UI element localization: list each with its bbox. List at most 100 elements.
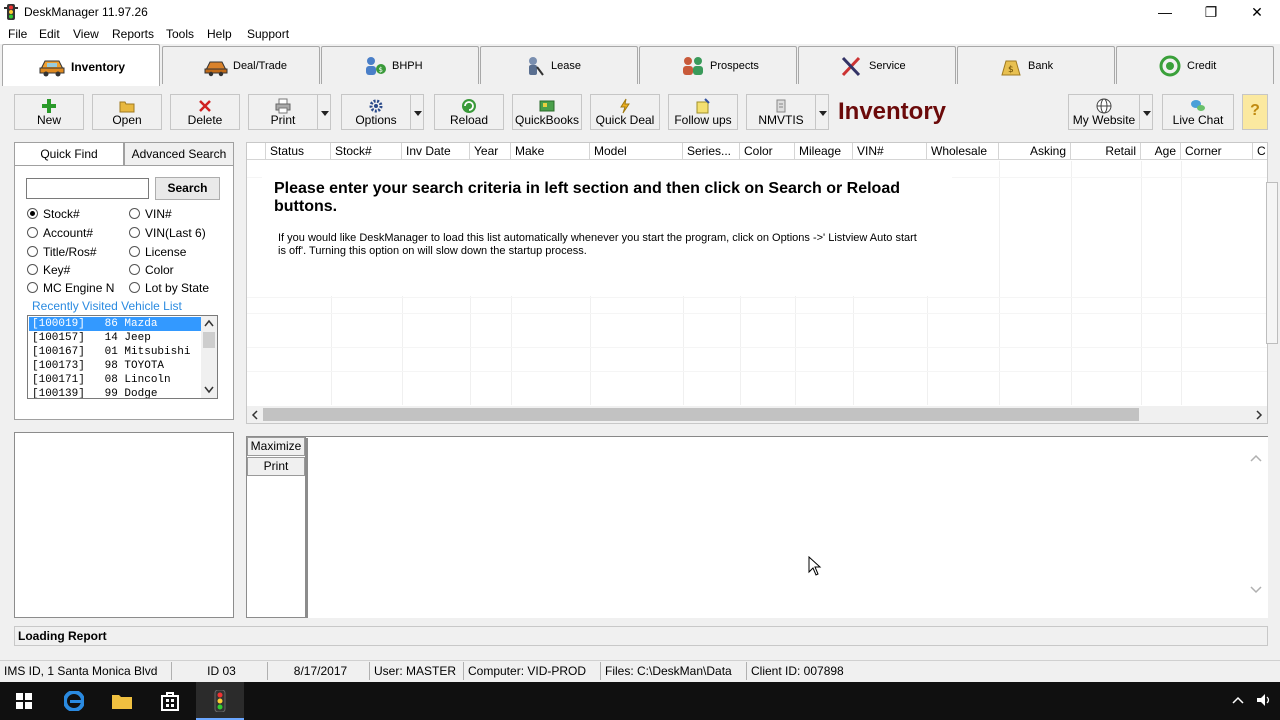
chevron-right-icon[interactable] [1255, 410, 1263, 420]
column-header-mileage[interactable]: Mileage [795, 143, 853, 160]
follow-ups-button[interactable]: Follow ups [668, 94, 738, 130]
tab-bhph[interactable]: $ BHPH [321, 46, 479, 84]
status-location: IMS ID, 1 Santa Monica Blvd [0, 662, 172, 680]
maximize-button[interactable]: Maximize [247, 437, 305, 456]
column-header-year[interactable]: Year [470, 143, 511, 160]
open-button[interactable]: Open [92, 94, 162, 130]
column-header-select[interactable] [247, 143, 266, 160]
chat-bubble-icon [1191, 100, 1205, 111]
column-header-asking[interactable]: Asking [999, 143, 1071, 160]
menu-view[interactable]: View [73, 27, 99, 41]
recent-list-scrollbar[interactable] [201, 316, 217, 398]
my-website-dropdown-arrow[interactable] [1139, 94, 1153, 130]
restore-button[interactable]: ❐ [1188, 0, 1234, 24]
edge-icon[interactable] [50, 682, 98, 720]
list-item[interactable]: [100171] 08 Lincoln [29, 373, 201, 387]
menu-tools[interactable]: Tools [166, 27, 194, 41]
chevron-up-icon[interactable] [204, 319, 214, 327]
delete-button[interactable]: Delete [170, 94, 240, 130]
live-chat-button[interactable]: Live Chat [1162, 94, 1234, 130]
print-button[interactable]: Print [248, 94, 318, 130]
minimize-button[interactable]: — [1142, 0, 1188, 24]
grid-scroll-thumb[interactable] [263, 408, 1139, 421]
menu-file[interactable]: File [8, 27, 27, 41]
tab-label: Service [869, 60, 906, 72]
tab-advanced-search[interactable]: Advanced Search [124, 142, 234, 166]
list-item[interactable]: [100019] 86 Mazda [29, 317, 201, 331]
scroll-thumb[interactable] [203, 332, 215, 348]
speaker-icon[interactable] [1256, 692, 1272, 708]
plus-icon [42, 99, 56, 113]
quickbooks-icon [539, 100, 555, 112]
list-item[interactable]: [100167] 01 Mitsubishi [29, 345, 201, 359]
search-input[interactable] [26, 178, 149, 199]
tab-label: Deal/Trade [233, 60, 288, 72]
chevron-left-icon[interactable] [251, 410, 259, 420]
column-header-color[interactable]: Color [740, 143, 795, 160]
column-header-retail[interactable]: Retail [1071, 143, 1141, 160]
chevron-down-icon[interactable] [204, 386, 214, 394]
tab-label: Inventory [71, 60, 126, 74]
tools-icon [841, 56, 861, 77]
help-button[interactable]: ? [1242, 94, 1268, 130]
windows-start-icon[interactable] [0, 682, 48, 720]
status-files: Files: C:\DeskMan\Data [601, 662, 747, 680]
column-header-stock[interactable]: Stock# [331, 143, 402, 160]
tab-quick-find[interactable]: Quick Find [14, 142, 124, 167]
chevron-down-icon[interactable] [1250, 586, 1262, 594]
chevron-up-icon[interactable] [1250, 454, 1262, 462]
print-dropdown-arrow[interactable] [317, 94, 331, 130]
quickbooks-button[interactable]: QuickBooks [512, 94, 582, 130]
column-header-corner[interactable]: Corner [1181, 143, 1253, 160]
folder-open-icon [119, 101, 135, 113]
options-dropdown-arrow[interactable] [410, 94, 424, 130]
main-vertical-scrollbar[interactable] [1266, 182, 1278, 344]
chevron-up-icon[interactable] [1232, 696, 1244, 704]
menu-edit[interactable]: Edit [39, 27, 60, 41]
nmvtis-dropdown-arrow[interactable] [815, 94, 829, 130]
list-item[interactable]: [100139] 99 Dodge [29, 387, 201, 398]
options-button[interactable]: Options [341, 94, 411, 130]
deskmanager-icon[interactable] [196, 682, 244, 720]
status-computer: Computer: VID-PROD [464, 662, 601, 680]
store-icon[interactable] [146, 682, 194, 720]
column-header-c[interactable]: C [1253, 143, 1267, 160]
column-header-vin[interactable]: VIN# [853, 143, 927, 160]
my-website-button[interactable]: My Website [1068, 94, 1140, 130]
search-button[interactable]: Search [155, 177, 220, 200]
list-item[interactable]: [100173] 98 TOYOTA [29, 359, 201, 373]
tab-prospects[interactable]: Prospects [639, 46, 797, 84]
column-header-series[interactable]: Series... [683, 143, 740, 160]
list-item[interactable]: [100157] 14 Jeep [29, 331, 201, 345]
file-explorer-icon[interactable] [98, 682, 146, 720]
tab-deal-trade[interactable]: Deal/Trade [162, 46, 320, 84]
printer-icon [275, 98, 291, 114]
loading-status: Loading Report [14, 626, 1268, 646]
close-button[interactable]: ✕ [1234, 0, 1280, 24]
new-button[interactable]: New [14, 94, 84, 130]
menu-reports[interactable]: Reports [112, 27, 154, 41]
recent-vehicles-list[interactable]: [100019] 86 Mazda [100157] 14 Jeep [1001… [27, 315, 218, 399]
report-print-button[interactable]: Print [247, 457, 305, 476]
reload-button[interactable]: Reload [434, 94, 504, 130]
tab-service[interactable]: Service [798, 46, 956, 84]
nmvtis-button[interactable]: NMVTIS [746, 94, 816, 130]
column-header-inv-date[interactable]: Inv Date [402, 143, 470, 160]
column-header-make[interactable]: Make [511, 143, 590, 160]
tab-bank[interactable]: $ Bank [957, 46, 1115, 84]
column-header-model[interactable]: Model [590, 143, 683, 160]
column-header-status[interactable]: Status [266, 143, 331, 160]
prospects-icon [683, 57, 703, 75]
column-header-age[interactable]: Age [1141, 143, 1181, 160]
autostart-hint-message: If you would like DeskManager to load th… [278, 232, 917, 257]
globe-icon [1096, 98, 1112, 114]
module-tabs: Inventory Deal/Trade $ BHPH Lease Prospe… [0, 44, 1280, 86]
tab-credit[interactable]: Credit [1116, 46, 1274, 84]
column-header-wholesale[interactable]: Wholesale [927, 143, 999, 160]
lease-icon [529, 57, 544, 76]
menu-support[interactable]: Support [247, 27, 289, 41]
tab-lease[interactable]: Lease [480, 46, 638, 84]
menu-help[interactable]: Help [207, 27, 232, 41]
tab-inventory[interactable]: Inventory [2, 44, 160, 86]
quick-deal-button[interactable]: Quick Deal [590, 94, 660, 130]
